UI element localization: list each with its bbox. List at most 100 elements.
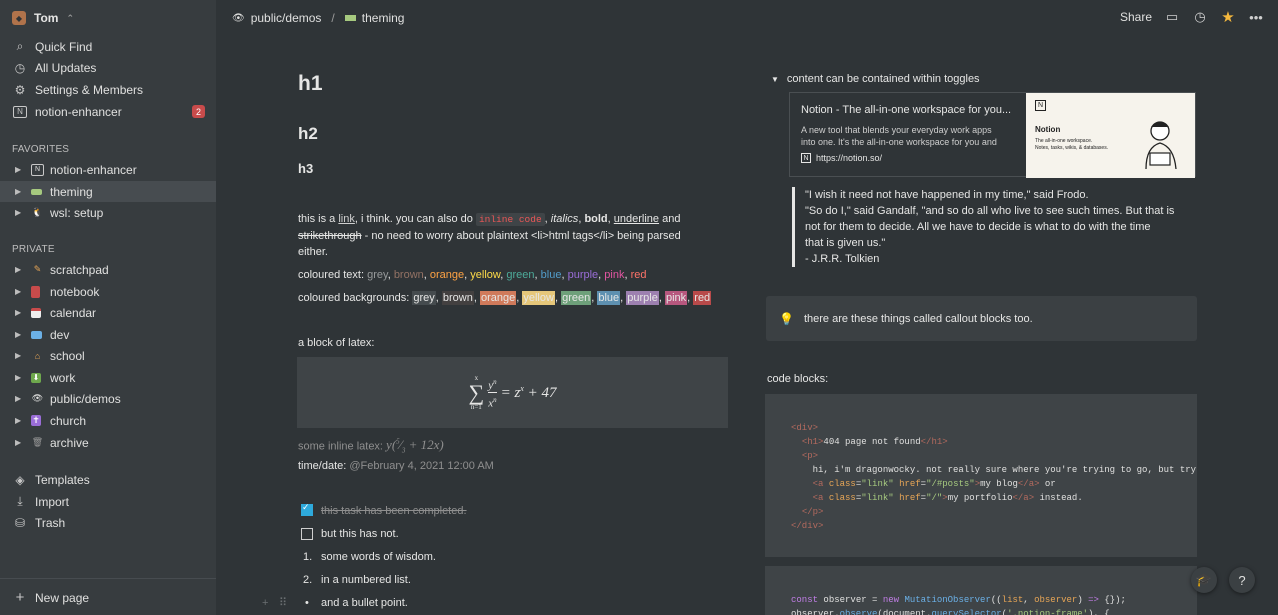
sidebar-item-wsl-setup[interactable]: ▶ 🐧 wsl: setup (0, 202, 216, 223)
expand-triangle-icon[interactable]: ▶ (15, 394, 21, 403)
import-button[interactable]: ⤓ Import (0, 491, 216, 512)
expand-triangle-icon[interactable]: ▶ (15, 187, 21, 196)
js-code-block[interactable]: const observer = new MutationObserver((l… (765, 566, 1197, 615)
comment-icon[interactable]: ▭ (1164, 9, 1180, 25)
expand-triangle-icon[interactable]: ▶ (15, 373, 21, 382)
expand-triangle-icon[interactable]: ▶ (15, 308, 21, 317)
nav-label: Trash (35, 515, 66, 530)
toggle-triangle-icon[interactable]: ▼ (771, 75, 779, 84)
download-arrow-icon: ⤓ (17, 494, 23, 508)
heading-1: h1 (298, 72, 323, 95)
gear-icon: ⚙ (14, 82, 26, 97)
new-page-button[interactable]: + New page (0, 587, 216, 608)
coloured-bg-red: red (693, 291, 712, 305)
todo-checkbox-unchecked[interactable] (301, 528, 313, 540)
penguin-icon: 🐧 (31, 207, 44, 217)
templates-button[interactable]: ◈ Templates (0, 469, 216, 490)
quick-find-button[interactable]: ⌕ Quick Find (0, 36, 216, 57)
coloured-text-yellow: yellow (470, 269, 501, 281)
sidebar-item-church[interactable]: ▶ ✝ church (0, 410, 216, 431)
breadcrumb-theming[interactable]: theming (362, 11, 405, 25)
star-icon[interactable]: ★ (1220, 9, 1236, 26)
lightbulb-icon: 💡 (779, 311, 794, 326)
expand-triangle-icon[interactable]: ▶ (15, 416, 21, 425)
label: coloured text: (298, 269, 368, 281)
link[interactable]: link (338, 213, 355, 225)
label: coloured backgrounds: (298, 292, 413, 304)
help-button[interactable]: ? (1229, 567, 1255, 593)
latex-block[interactable]: x ∑ n=1 yn xn = zx + 47 (297, 357, 728, 428)
page-label: dev (50, 327, 70, 342)
palette-icon (344, 15, 356, 21)
notion-icon: N (31, 163, 44, 176)
quote-block: "I wish it need not have happened in my … (792, 187, 1196, 267)
clock-icon: ◷ (14, 60, 26, 75)
bookmark-block[interactable]: Notion - The all-in-one workspace for yo… (789, 92, 1196, 178)
all-updates-button[interactable]: ◷ All Updates (0, 57, 216, 78)
list-number: 1. (303, 551, 313, 563)
settings-members-button[interactable]: ⚙ Settings & Members (0, 79, 216, 100)
nav-label: notion-enhancer (35, 104, 122, 119)
trash-button[interactable]: ⛁ Trash (0, 512, 216, 533)
book-icon (31, 285, 40, 298)
add-block-icon[interactable]: + (262, 595, 268, 611)
coloured-text-line: coloured text: grey, brown, orange, yell… (298, 267, 647, 283)
date-mention[interactable]: @February 4, 2021 12:00 AM (349, 460, 493, 472)
page-label: notebook (50, 284, 100, 299)
expand-triangle-icon[interactable]: ▶ (15, 438, 21, 447)
label: time/date: (298, 460, 350, 472)
coloured-text-purple: purple (567, 269, 599, 281)
nav-label: Quick Find (35, 39, 93, 54)
drag-handle-icon[interactable]: ⠿ (279, 595, 287, 611)
page-label: school (50, 348, 85, 363)
expand-triangle-icon[interactable]: ▶ (15, 330, 21, 339)
page-label: public/demos (50, 391, 121, 406)
toggle-block[interactable]: ▼ content can be contained within toggles (771, 73, 980, 85)
history-clock-icon[interactable]: ◷ (1192, 9, 1208, 25)
sidebar-item-notebook[interactable]: ▶ notebook (0, 281, 216, 302)
expand-triangle-icon[interactable]: ▶ (15, 208, 21, 217)
numbered-item: some words of wisdom. (321, 551, 436, 563)
plus-icon: + (15, 589, 25, 606)
sidebar-item-public-demos[interactable]: ▶ 👁 public/demos (0, 388, 216, 409)
checkmark-icon: ✓ (302, 502, 310, 512)
preview-title: Notion (1035, 125, 1061, 134)
todo-checkbox-checked[interactable]: ✓ (301, 502, 313, 516)
sidebar-item-school[interactable]: ▶ ⌂ school (0, 345, 216, 366)
page-label: archive (50, 435, 89, 450)
breadcrumb-public-demos[interactable]: public/demos (251, 11, 322, 25)
topbar-actions: Share ▭ ◷ ★ ••• (1120, 9, 1264, 26)
expand-triangle-icon[interactable]: ▶ (15, 265, 21, 274)
share-button[interactable]: Share (1120, 10, 1152, 24)
expand-triangle-icon[interactable]: ▶ (15, 351, 21, 360)
graduation-cap-icon[interactable]: 🎓 (1191, 567, 1217, 593)
more-options-icon[interactable]: ••• (1248, 9, 1264, 25)
sidebar-item-theming[interactable]: ▶ theming (0, 181, 216, 202)
sidebar-item-notion-enhancer[interactable]: ▶ N notion-enhancer (0, 159, 216, 180)
page-label: calendar (50, 305, 97, 320)
sidebar-item-dev[interactable]: ▶ dev (0, 324, 216, 345)
nav-label: All Updates (35, 60, 97, 75)
coloured-bg-line: coloured backgrounds: grey, brown, orang… (298, 290, 712, 306)
sidebar-item-calendar[interactable]: ▶ calendar (0, 302, 216, 323)
workspace-switcher[interactable]: ◆ Tom ⌃ (12, 8, 74, 28)
palette-icon (31, 189, 42, 195)
html-code-block[interactable]: <div> <h1>404 page not found</h1> <p> hi… (765, 394, 1197, 557)
bookmark-url: https://notion.so/ (816, 153, 883, 163)
expand-triangle-icon[interactable]: ▶ (15, 287, 21, 296)
underline-text: underline (613, 213, 660, 225)
sidebar-item-scratchpad[interactable]: ▶ ✎ scratchpad (0, 259, 216, 280)
nav-label: Settings & Members (35, 82, 144, 97)
sidebar-item-archive[interactable]: ▶ 🗑 archive (0, 432, 216, 453)
nav-label: Import (35, 494, 70, 509)
sidebar-item-work[interactable]: ▶ ⬇ work (0, 367, 216, 388)
coloured-text-blue: blue (540, 269, 562, 281)
latex-equation: x ∑ n=1 yn xn = zx + 47 (468, 373, 557, 411)
expand-triangle-icon[interactable]: ▶ (15, 165, 21, 174)
favorites-heading: FAVORITES (12, 144, 70, 155)
coloured-bg-brown: brown (441, 291, 474, 305)
sidebar: ◆ Tom ⌃ ⌕ Quick Find ◷ All Updates ⚙ Set… (0, 0, 216, 615)
new-page-bar: + New page (0, 578, 216, 615)
page-label: notion-enhancer (50, 162, 137, 177)
notion-enhancer-button[interactable]: N notion-enhancer 2 (0, 101, 216, 122)
